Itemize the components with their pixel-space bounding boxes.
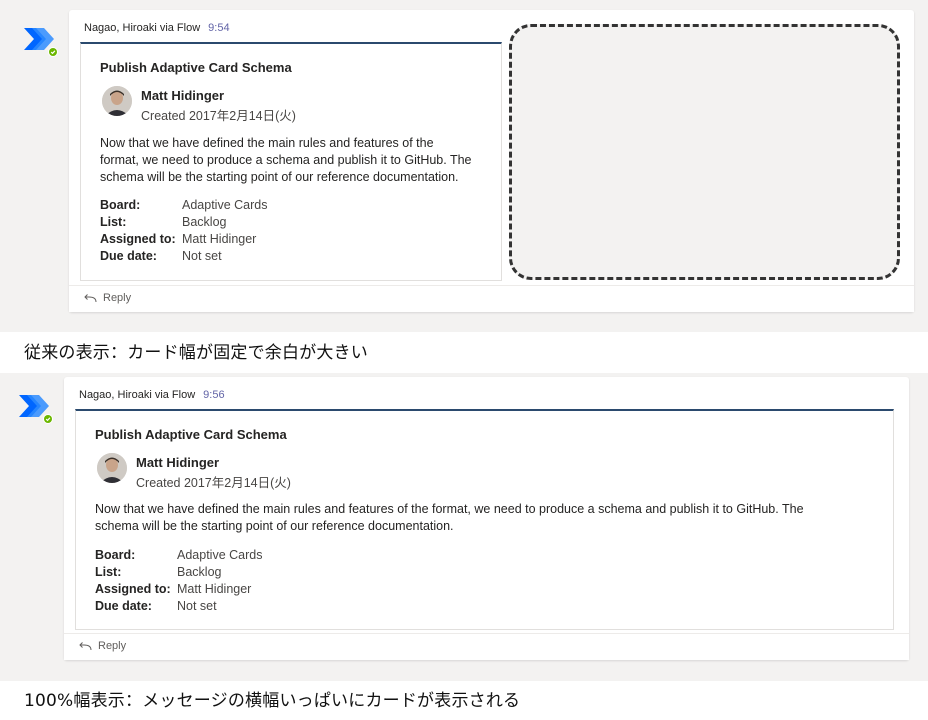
- fact-key: List:: [95, 565, 122, 579]
- fact-row-board: Board: Adaptive Cards: [100, 197, 267, 214]
- message-time: 9:56: [203, 389, 225, 401]
- card-description: Now that we have defined the main rules …: [95, 501, 804, 535]
- message-header: Nagao, Hiroaki via Flow 9:56: [79, 389, 225, 401]
- fact-value: Adaptive Cards: [177, 548, 263, 562]
- message-time: 9:54: [208, 22, 230, 34]
- adaptive-card: Publish Adaptive Card Schema Matt Hiding…: [75, 409, 894, 630]
- reply-label: Reply: [98, 640, 127, 652]
- fact-value: Adaptive Cards: [182, 198, 268, 212]
- reply-arrow-icon: [79, 642, 92, 651]
- person-name: Matt Hidinger: [136, 455, 220, 470]
- description-line: format, we need to produce a schema and …: [100, 153, 472, 167]
- reply-bar: Reply: [64, 633, 909, 660]
- power-automate-icon: [22, 24, 58, 60]
- created-date: Created 2017年2月14日(火): [141, 109, 296, 123]
- card-description: Now that we have defined the main rules …: [100, 135, 472, 186]
- fact-value: Matt Hidinger: [182, 232, 257, 246]
- reply-arrow-icon: [84, 294, 97, 303]
- description-line: Now that we have defined the main rules …: [100, 136, 434, 150]
- fact-value: Matt Hidinger: [177, 582, 252, 596]
- person-name: Matt Hidinger: [141, 88, 225, 103]
- card-title: Publish Adaptive Card Schema: [95, 427, 287, 442]
- sender-name: Nagao, Hiroaki via Flow: [84, 22, 201, 34]
- fact-row-assigned: Assigned to: Matt Hidinger: [95, 581, 262, 598]
- power-automate-icon: [17, 391, 53, 427]
- fact-key: Board:: [95, 548, 136, 562]
- card-title: Publish Adaptive Card Schema: [100, 60, 292, 75]
- description-line: schema will be the starting point of our…: [95, 519, 454, 533]
- fact-value: Not set: [182, 249, 222, 263]
- example-full-width-panel: Nagao, Hiroaki via Flow 9:56 Publish Adap…: [0, 373, 928, 681]
- created-date: Created 2017年2月14日(火): [136, 476, 291, 490]
- reply-label: Reply: [103, 292, 132, 304]
- fact-set: Board: Adaptive Cards List: Backlog Assign…: [100, 197, 267, 265]
- reply-button[interactable]: Reply: [78, 640, 126, 652]
- fact-key: Due date:: [95, 599, 152, 613]
- fact-value: Not set: [177, 599, 217, 613]
- sender-name: Nagao, Hiroaki via Flow: [79, 389, 196, 401]
- chat-message: Nagao, Hiroaki via Flow 9:56 Publish Adap…: [64, 377, 909, 660]
- fact-key: Due date:: [100, 249, 157, 263]
- adaptive-card: Publish Adaptive Card Schema Matt Hiding…: [80, 42, 502, 281]
- description-line: schema will be the starting point of our…: [100, 170, 459, 184]
- fact-row-list: List: Backlog: [95, 564, 262, 581]
- empty-space-highlight: [509, 24, 900, 280]
- message-header: Nagao, Hiroaki via Flow 9:54: [84, 22, 230, 34]
- fact-row-due: Due date: Not set: [100, 248, 267, 265]
- fact-value: Backlog: [177, 565, 222, 579]
- fact-value: Backlog: [182, 215, 227, 229]
- fact-set: Board: Adaptive Cards List: Backlog Assign…: [95, 547, 262, 615]
- fact-key: List:: [100, 215, 127, 229]
- caption-full-width: 100%幅表示：メッセージの横幅いっぱいにカードが表示される: [24, 691, 521, 711]
- fact-row-list: List: Backlog: [100, 214, 267, 231]
- fact-key: Assigned to:: [100, 232, 176, 246]
- fact-row-due: Due date: Not set: [95, 598, 262, 615]
- fact-key: Assigned to:: [95, 582, 171, 596]
- fact-key: Board:: [100, 198, 141, 212]
- fact-row-board: Board: Adaptive Cards: [95, 547, 262, 564]
- caption-fixed-width: 従来の表示：カード幅が固定で余白が大きい: [24, 343, 368, 363]
- fact-row-assigned: Assigned to: Matt Hidinger: [100, 231, 267, 248]
- reply-button[interactable]: Reply: [83, 292, 131, 304]
- example-fixed-width-panel: Nagao, Hiroaki via Flow 9:54 Publish Adap…: [0, 0, 928, 332]
- avatar: [102, 86, 132, 116]
- reply-bar: Reply: [69, 285, 914, 312]
- avatar: [97, 453, 127, 483]
- description-line: Now that we have defined the main rules …: [95, 502, 804, 516]
